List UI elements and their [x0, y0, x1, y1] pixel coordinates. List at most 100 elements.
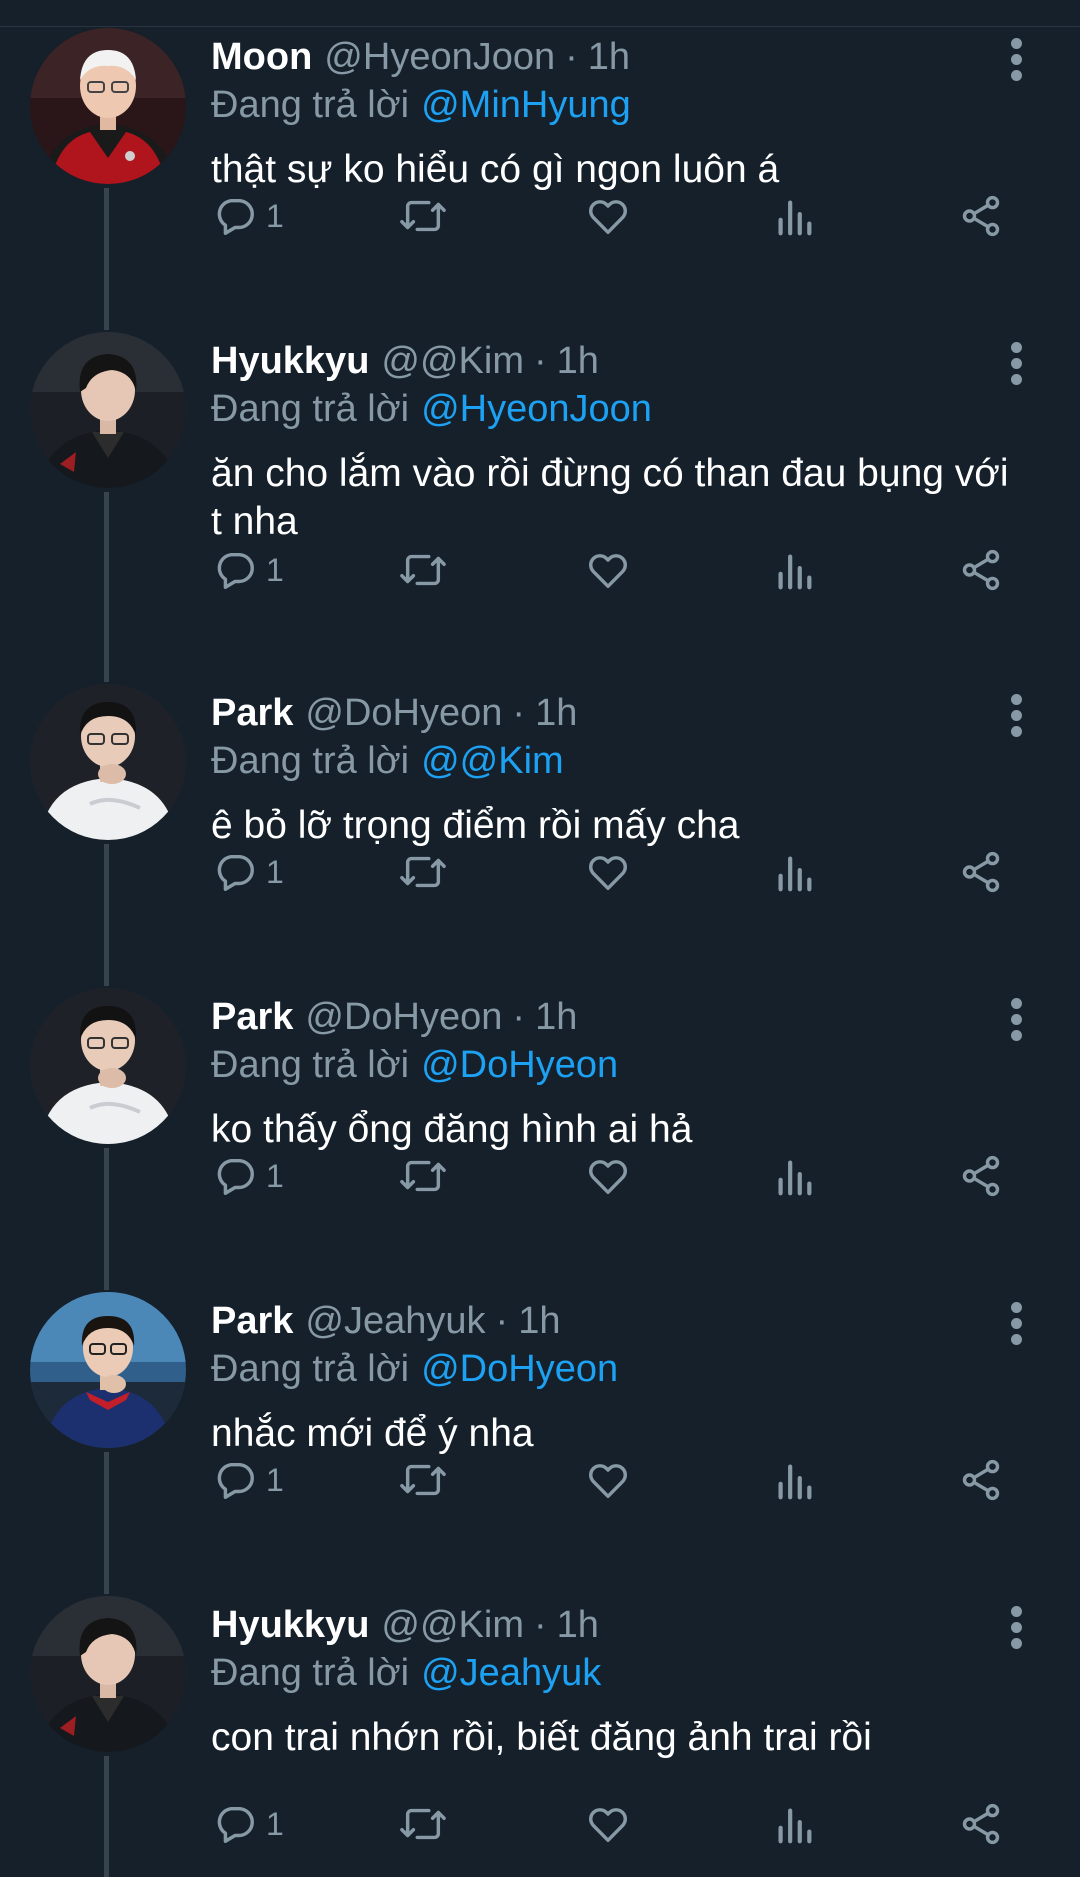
tweet[interactable]: Park @DoHyeon · 1h Đang trả lời @@Kim ê …	[0, 684, 1080, 954]
more-icon	[1011, 710, 1022, 721]
retweet-button[interactable]	[398, 1146, 448, 1206]
top-divider	[0, 0, 1080, 27]
like-button[interactable]	[585, 1450, 631, 1510]
retweet-icon	[400, 554, 446, 586]
more-icon	[1011, 70, 1022, 81]
reply-target-link[interactable]: @Jeahyuk	[421, 1652, 601, 1695]
reply-target-link[interactable]: @DoHyeon	[421, 1348, 618, 1391]
user-handle[interactable]: @@Kim	[381, 340, 524, 383]
share-button[interactable]	[958, 1146, 1004, 1206]
user-handle[interactable]: @HyeonJoon	[324, 36, 555, 79]
timestamp[interactable]: 1h	[518, 1300, 560, 1343]
retweet-button[interactable]	[398, 540, 448, 600]
timestamp[interactable]: 1h	[557, 1604, 599, 1647]
views-button[interactable]	[774, 186, 814, 246]
reply-target-link[interactable]: @MinHyung	[421, 84, 631, 127]
tweet[interactable]: Park @DoHyeon · 1h Đang trả lời @DoHyeon…	[0, 988, 1080, 1258]
reply-icon	[217, 854, 254, 891]
more-options-button[interactable]	[1006, 1302, 1028, 1346]
retweet-button[interactable]	[398, 1450, 448, 1510]
timestamp[interactable]: 1h	[535, 996, 577, 1039]
retweet-button[interactable]	[398, 186, 448, 246]
reply-button[interactable]: 1	[212, 1450, 284, 1510]
reply-count: 1	[266, 1461, 284, 1498]
reply-button[interactable]: 1	[212, 842, 284, 902]
reply-prefix: Đang trả lời	[211, 1347, 410, 1390]
display-name[interactable]: Park	[211, 1300, 293, 1343]
more-icon	[1011, 694, 1022, 705]
share-button[interactable]	[958, 1794, 1004, 1854]
display-name[interactable]: Park	[211, 692, 293, 735]
tweet[interactable]: Hyukkyu @@Kim · 1h Đang trả lời @Jeahyuk…	[0, 1596, 1080, 1866]
reply-button[interactable]: 1	[212, 1146, 284, 1206]
more-icon	[1011, 1030, 1022, 1041]
retweet-button[interactable]	[398, 1794, 448, 1854]
timestamp[interactable]: 1h	[535, 692, 577, 735]
views-button[interactable]	[774, 1450, 814, 1510]
more-options-button[interactable]	[1006, 694, 1028, 738]
views-icon	[778, 1160, 812, 1196]
avatar[interactable]	[30, 1292, 186, 1448]
tweet[interactable]: Park @Jeahyuk · 1h Đang trả lời @DoHyeon…	[0, 1292, 1080, 1562]
avatar[interactable]	[30, 684, 186, 840]
tweet-actions: 1	[0, 1450, 1080, 1510]
reply-button[interactable]: 1	[212, 540, 284, 600]
share-button[interactable]	[958, 540, 1004, 600]
share-icon	[962, 1155, 1000, 1197]
user-handle[interactable]: @DoHyeon	[305, 996, 502, 1039]
user-handle[interactable]: @Jeahyuk	[305, 1300, 485, 1343]
timestamp[interactable]: 1h	[557, 340, 599, 383]
tweet-text: ăn cho lắm vào rồi đừng có than đau bụng…	[211, 452, 1009, 543]
reply-button[interactable]: 1	[212, 186, 284, 246]
retweet-icon	[400, 856, 446, 888]
reply-target-link[interactable]: @DoHyeon	[421, 1044, 618, 1087]
share-button[interactable]	[958, 842, 1004, 902]
tweet-actions: 1	[0, 186, 1080, 246]
tweet[interactable]: Hyukkyu @@Kim · 1h Đang trả lời @HyeonJo…	[0, 332, 1080, 652]
like-button[interactable]	[585, 842, 631, 902]
retweet-icon	[400, 200, 446, 232]
share-button[interactable]	[958, 1450, 1004, 1510]
like-button[interactable]	[585, 540, 631, 600]
user-handle[interactable]: @DoHyeon	[305, 692, 502, 735]
share-icon	[962, 851, 1000, 893]
like-button[interactable]	[585, 1146, 631, 1206]
more-options-button[interactable]	[1006, 38, 1028, 82]
like-button[interactable]	[585, 186, 631, 246]
more-options-button[interactable]	[1006, 1606, 1028, 1650]
more-icon	[1011, 54, 1022, 65]
reply-target-link[interactable]: @HyeonJoon	[421, 388, 652, 431]
avatar[interactable]	[30, 988, 186, 1144]
more-options-button[interactable]	[1006, 998, 1028, 1042]
reply-button[interactable]: 1	[212, 1794, 284, 1854]
more-options-button[interactable]	[1006, 342, 1028, 386]
more-icon	[1011, 1014, 1022, 1025]
avatar[interactable]	[30, 1596, 186, 1752]
timestamp[interactable]: 1h	[588, 36, 630, 79]
reply-context: Đang trả lời @DoHyeon	[211, 1038, 618, 1092]
avatar[interactable]	[30, 332, 186, 488]
tweet[interactable]: Moon @HyeonJoon · 1h Đang trả lời @MinHy…	[0, 28, 1080, 298]
like-button[interactable]	[585, 1794, 631, 1854]
reply-target-link[interactable]: @@Kim	[421, 740, 564, 783]
retweet-icon	[400, 1160, 446, 1192]
views-button[interactable]	[774, 540, 814, 600]
share-button[interactable]	[958, 186, 1004, 246]
display-name[interactable]: Hyukkyu	[211, 340, 369, 383]
avatar[interactable]	[30, 28, 186, 184]
reply-count: 1	[266, 1805, 284, 1842]
display-name[interactable]: Moon	[211, 36, 312, 79]
user-handle[interactable]: @@Kim	[381, 1604, 524, 1647]
like-icon	[589, 554, 627, 589]
views-button[interactable]	[774, 1146, 814, 1206]
views-button[interactable]	[774, 1794, 814, 1854]
share-icon	[962, 195, 1000, 237]
avatar-dark-jacket-image	[30, 1596, 186, 1752]
share-icon	[962, 1803, 1000, 1845]
display-name[interactable]: Hyukkyu	[211, 1604, 369, 1647]
views-button[interactable]	[774, 842, 814, 902]
display-name[interactable]: Park	[211, 996, 293, 1039]
retweet-button[interactable]	[398, 842, 448, 902]
more-icon	[1011, 726, 1022, 737]
avatar-dark-jacket-image	[30, 332, 186, 488]
